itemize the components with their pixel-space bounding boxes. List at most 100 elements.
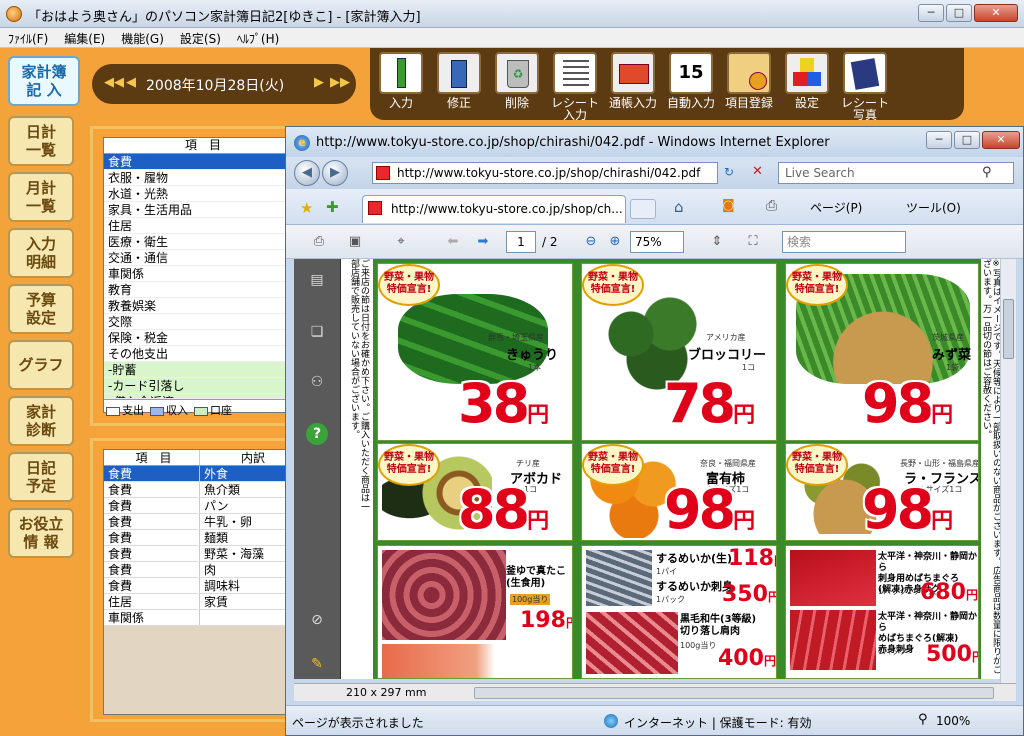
tab-diary-schedule[interactable]: 日記 予定 <box>8 452 74 502</box>
category-item[interactable]: 医療・衛生 <box>104 234 302 250</box>
ie-close-button[interactable]: ✕ <box>982 131 1020 149</box>
horizontal-scrollbar[interactable]: 210 x 297 mm <box>294 683 1016 701</box>
receipt-photo-button[interactable]: レシート 写真 <box>836 50 894 121</box>
menu-file[interactable]: ﾌｧｲﾙ(F) <box>0 28 56 49</box>
stop-icon[interactable]: ✕ <box>752 164 763 179</box>
print-icon[interactable]: ⎙ <box>766 198 777 214</box>
next-month-button[interactable]: ▶▶ <box>330 75 350 90</box>
item-register-button[interactable]: 項目登録 <box>720 50 778 120</box>
forward-button[interactable]: ▶ <box>322 160 348 186</box>
breakdown-row[interactable]: 車関係 <box>104 610 302 626</box>
prev-page-icon[interactable]: ⬅ <box>442 232 464 252</box>
new-tab-button[interactable] <box>630 199 656 219</box>
ie-maximize-button[interactable]: □ <box>954 131 980 149</box>
menu-edit[interactable]: 編集(E) <box>56 28 113 49</box>
breakdown-row[interactable]: 食費 魚介類 <box>104 482 302 498</box>
scroll-thumb[interactable] <box>1003 299 1014 359</box>
category-item[interactable]: -カード引落し <box>104 378 302 394</box>
breakdown-row[interactable]: 食費 パン <box>104 498 302 514</box>
prev-day-button[interactable]: ◀ <box>126 75 136 90</box>
category-item[interactable]: 水道・光熱 <box>104 186 302 202</box>
fit-width-icon[interactable]: ⇕ <box>706 232 728 252</box>
menu-function[interactable]: 機能(G) <box>113 28 172 49</box>
category-item[interactable]: 食費 <box>104 154 302 170</box>
edit-button[interactable]: 修正 <box>430 50 488 120</box>
add-favorites-icon[interactable]: ✚ <box>326 198 339 216</box>
zoom-in-icon[interactable]: ⊕ <box>604 232 626 252</box>
receipt-input-button[interactable]: レシート 入力 <box>546 50 604 121</box>
menu-help[interactable]: ﾍﾙﾌﾟ(H) <box>229 28 287 49</box>
favorites-star-icon[interactable]: ★ <box>300 199 313 217</box>
breakdown-row[interactable]: 食費肉 <box>104 562 302 578</box>
tools-menu[interactable]: ツール(O) <box>906 199 961 216</box>
home-icon[interactable]: ⌂ <box>674 198 684 216</box>
zoom-out-icon[interactable]: ⊖ <box>580 232 602 252</box>
breakdown-row[interactable]: 食費 調味料 <box>104 578 302 594</box>
attachment-icon[interactable]: ⊘ <box>306 609 328 631</box>
minimize-button[interactable]: ─ <box>918 4 944 22</box>
tab-diagnosis[interactable]: 家計 診断 <box>8 396 74 446</box>
tab-useful-info[interactable]: お役立 情 報 <box>8 508 74 558</box>
category-item[interactable]: 家具・生活用品 <box>104 202 302 218</box>
category-item[interactable]: 交際 <box>104 314 302 330</box>
category-item[interactable]: 交通・通信 <box>104 250 302 266</box>
next-day-button[interactable]: ▶ <box>314 75 324 90</box>
category-item[interactable]: 住居 <box>104 218 302 234</box>
zoom-select[interactable]: 75% <box>630 231 684 253</box>
zoom-status[interactable]: 100% <box>936 714 970 728</box>
next-page-icon[interactable]: ➡ <box>472 232 494 252</box>
tab-graph[interactable]: グラフ <box>8 340 74 390</box>
pdf-save-icon[interactable]: ▣ <box>344 232 366 252</box>
category-item[interactable]: 教育 <box>104 282 302 298</box>
input-button[interactable]: 入力 <box>372 50 430 120</box>
comments-icon[interactable]: ✎ <box>306 653 328 675</box>
feeds-icon[interactable]: ◙ <box>722 198 735 213</box>
bookmarks-icon[interactable]: ❏ <box>306 321 328 343</box>
delete-button[interactable]: ♻ 削除 <box>488 50 546 120</box>
ie-tab-active[interactable]: http://www.tokyu-store.co.jp/shop/ch... <box>362 195 626 223</box>
close-button[interactable]: ✕ <box>974 4 1018 22</box>
tab-kakeibo-entry[interactable]: 家計簿 記 入 <box>8 56 80 106</box>
page-number-input[interactable]: 1 <box>506 231 536 253</box>
back-button[interactable]: ◀ <box>294 160 320 186</box>
ie-minimize-button[interactable]: ─ <box>926 131 952 149</box>
tab-budget-settings[interactable]: 予算 設定 <box>8 284 74 334</box>
breakdown-row[interactable]: 食費 牛乳・卵 <box>104 514 302 530</box>
prev-month-button[interactable]: ◀◀ <box>104 75 124 90</box>
menu-settings[interactable]: 設定(S) <box>172 28 229 49</box>
category-item[interactable]: 保険・税金 <box>104 330 302 346</box>
tab-daily-list[interactable]: 日計 一覧 <box>8 116 74 166</box>
tab-entry-details[interactable]: 入力 明細 <box>8 228 74 278</box>
h-scroll-thumb[interactable] <box>474 687 994 699</box>
pdf-search-input[interactable]: 検索 <box>782 231 906 253</box>
zoom-magnifier-icon[interactable]: ⚲ <box>918 712 928 727</box>
breakdown-row[interactable]: 食費 野菜・海藻 <box>104 546 302 562</box>
address-bar[interactable]: http://www.tokyu-store.co.jp/shop/chiras… <box>372 162 718 184</box>
auto-input-button[interactable]: 15 自動入力 <box>662 50 720 120</box>
sale-badge: 野菜・果物 特価宣言! <box>378 264 440 306</box>
search-icon[interactable]: ⚲ <box>982 165 992 180</box>
breakdown-row[interactable]: 食費 麺類 <box>104 530 302 546</box>
pdf-select-tool-icon[interactable]: ⌖ <box>390 232 412 252</box>
tab-monthly-list[interactable]: 月計 一覧 <box>8 172 74 222</box>
category-item[interactable]: 教養娯楽 <box>104 298 302 314</box>
fit-page-icon[interactable]: ⛶ <box>742 232 764 252</box>
settings-button[interactable]: 設定 <box>778 50 836 120</box>
pages-panel-icon[interactable]: ▤ <box>306 269 328 291</box>
pdf-print-icon[interactable]: ⎙ <box>308 232 330 252</box>
category-item[interactable]: -貯蓄 <box>104 362 302 378</box>
maximize-button[interactable]: □ <box>946 4 972 22</box>
find-icon[interactable]: ⚇ <box>306 371 328 393</box>
sale-badge: 野菜・果物 特価宣言! <box>378 444 440 486</box>
page-menu[interactable]: ページ(P) <box>810 199 862 216</box>
breakdown-row[interactable]: 食費 外食 <box>104 466 302 482</box>
breakdown-row[interactable]: 住居 家賃 <box>104 594 302 610</box>
category-item[interactable]: 車関係 <box>104 266 302 282</box>
category-item[interactable]: 衣服・履物 <box>104 170 302 186</box>
refresh-icon[interactable]: ↻ <box>724 165 734 179</box>
category-item[interactable]: その他支出 <box>104 346 302 362</box>
live-search-input[interactable]: Live Search <box>778 162 1014 184</box>
help-icon[interactable]: ? <box>306 423 328 445</box>
bankbook-input-button[interactable]: 通帳入力 <box>604 50 662 120</box>
vertical-scrollbar[interactable] <box>1000 259 1016 683</box>
